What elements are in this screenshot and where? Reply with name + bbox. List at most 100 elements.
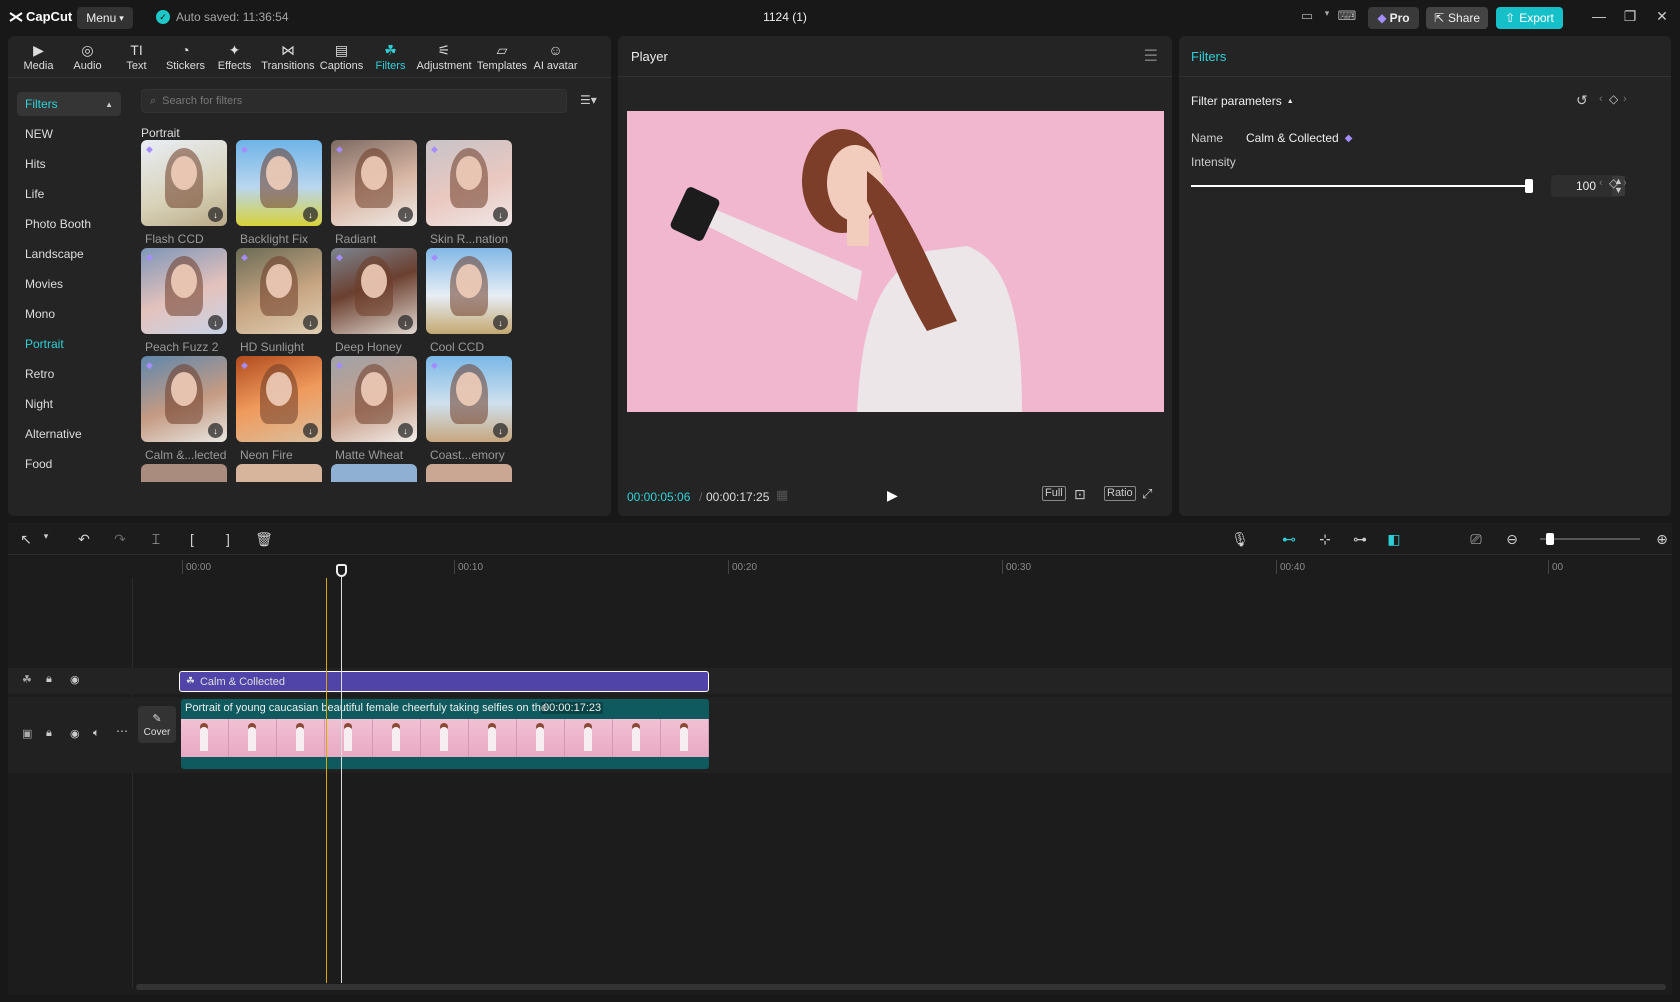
split-left-icon[interactable]: [ — [182, 531, 202, 547]
download-icon[interactable]: ↓ — [208, 423, 223, 438]
category-portrait[interactable]: Portrait — [25, 337, 64, 351]
tab-audio[interactable]: ◎ Audio — [63, 36, 112, 78]
preview-axis-icon[interactable]: ◧ — [1384, 531, 1404, 548]
keyframe-next-icon[interactable]: › — [1623, 177, 1627, 189]
microphone-icon[interactable]: 🎙 — [1230, 531, 1250, 548]
cursor-dropdown-icon[interactable]: ▾ — [36, 531, 56, 542]
close-icon[interactable]: ✕ — [1652, 8, 1672, 26]
tab-effects[interactable]: ✦ Effects — [210, 36, 259, 78]
split-icon[interactable]: ⌶ — [146, 531, 166, 548]
captions-toggle-icon[interactable]: ⎚ — [1466, 531, 1486, 548]
delete-icon[interactable]: 🗑 — [254, 531, 274, 548]
filters-category-header[interactable]: Filters ▲ — [17, 92, 121, 116]
tab-text[interactable]: TI Text — [112, 36, 161, 78]
search-input[interactable]: ⌕ Search for filters — [141, 89, 567, 113]
category-night[interactable]: Night — [25, 397, 53, 411]
category-new[interactable]: NEW — [25, 127, 53, 141]
filter-thumbnail[interactable]: ◆ ↓ — [141, 140, 227, 226]
download-icon[interactable]: ↓ — [303, 423, 318, 438]
player-menu-icon[interactable]: ☰ — [1144, 46, 1158, 66]
filter-thumbnail[interactable]: ◆ ↓ — [426, 140, 512, 226]
download-icon[interactable]: ↓ — [398, 315, 413, 330]
ratio-button[interactable]: Ratio — [1104, 486, 1136, 501]
playhead[interactable] — [341, 571, 342, 983]
filter-thumbnail[interactable] — [236, 464, 322, 482]
more-icon[interactable]: ⋯ — [116, 724, 128, 738]
snap-icon[interactable]: ⊹ — [1315, 531, 1335, 548]
category-photo-booth[interactable]: Photo Booth — [25, 217, 91, 231]
tab-stickers[interactable]: ◔ Stickers — [161, 36, 210, 78]
download-icon[interactable]: ↓ — [208, 315, 223, 330]
zoom-in-icon[interactable]: ⊕ — [1652, 531, 1672, 548]
keyframe-icon[interactable]: ◇ — [1609, 176, 1618, 190]
filter-thumbnail[interactable]: ◆ ↓ — [236, 248, 322, 334]
cover-button[interactable]: ✎ Cover — [138, 706, 176, 743]
play-icon[interactable]: ▶ — [887, 487, 898, 504]
tab-captions[interactable]: ▤ Captions — [317, 36, 366, 78]
lock-icon[interactable]: 🔒︎ — [46, 727, 52, 740]
restore-icon[interactable]: ❐ — [1620, 8, 1640, 26]
video-clip[interactable]: Portrait of young caucasian beautiful fe… — [181, 699, 709, 769]
download-icon[interactable]: ↓ — [303, 315, 318, 330]
keyframe-prev-icon[interactable]: ‹ — [1599, 93, 1603, 105]
split-right-icon[interactable]: ] — [218, 531, 238, 547]
category-alternative[interactable]: Alternative — [25, 427, 82, 441]
undo-icon[interactable]: ↶ — [74, 531, 94, 548]
tab-templates[interactable]: ▱ Templates — [473, 36, 531, 78]
download-icon[interactable]: ↓ — [493, 315, 508, 330]
download-icon[interactable]: ↓ — [398, 207, 413, 222]
category-movies[interactable]: Movies — [25, 277, 63, 291]
properties-tab-filters[interactable]: Filters — [1191, 49, 1226, 64]
magnet-link-icon[interactable]: ⊷ — [1279, 531, 1299, 548]
category-mono[interactable]: Mono — [25, 307, 55, 321]
filter-thumbnail[interactable]: ◆ ↓ — [426, 248, 512, 334]
video-preview[interactable] — [627, 111, 1164, 412]
full-quality-button[interactable]: Full — [1042, 486, 1066, 501]
category-retro[interactable]: Retro — [25, 367, 54, 381]
sort-filter-button[interactable]: ☰▾ — [580, 93, 597, 107]
shortcuts-icon[interactable]: ⌨ — [1336, 8, 1358, 26]
category-hits[interactable]: Hits — [25, 157, 46, 171]
zoom-slider-handle[interactable] — [1546, 533, 1554, 545]
download-icon[interactable]: ↓ — [493, 207, 508, 222]
filter-parameters-header[interactable]: Filter parameters ▲ — [1191, 94, 1294, 108]
tab-ai-avatar[interactable]: ☺ AI avatar — [531, 36, 580, 78]
keyframe-prev-icon[interactable]: ‹ — [1599, 177, 1603, 189]
download-icon[interactable]: ↓ — [208, 207, 223, 222]
filter-clip[interactable]: ☘ Calm & Collected — [179, 671, 709, 692]
reset-icon[interactable]: ↺ — [1576, 92, 1588, 109]
eye-icon[interactable]: ◉ — [70, 727, 80, 740]
download-icon[interactable]: ↓ — [303, 207, 318, 222]
keyframe-icon[interactable]: ◇ — [1609, 92, 1618, 106]
timeline-scrollbar[interactable] — [136, 984, 1666, 990]
filter-thumbnail[interactable]: ◆ ↓ — [141, 356, 227, 442]
tab-adjustment[interactable]: ⚟ Adjustment — [415, 36, 473, 78]
grid-view-icon[interactable]: ▦ — [776, 487, 788, 503]
layout-icon[interactable]: ▭ — [1296, 8, 1318, 26]
timeline-ruler[interactable]: 00:00 00:10 00:20 00:30 00:40 00 — [182, 556, 1672, 578]
category-food[interactable]: Food — [25, 457, 52, 471]
tab-media[interactable]: ▶ Media — [14, 36, 63, 78]
filter-thumbnail[interactable] — [141, 464, 227, 482]
export-button[interactable]: ⇧ Export — [1496, 7, 1563, 29]
filter-thumbnail[interactable]: ◆ ↓ — [331, 248, 417, 334]
category-landscape[interactable]: Landscape — [25, 247, 84, 261]
speaker-icon[interactable]: 🔈︎ — [93, 727, 100, 740]
intensity-slider[interactable] — [1191, 185, 1533, 187]
intensity-slider-handle[interactable] — [1525, 179, 1533, 193]
lock-icon[interactable]: 🔒︎ — [46, 673, 52, 686]
select-cursor-icon[interactable]: ↖ — [16, 531, 36, 548]
filter-thumbnail[interactable]: ◆ ↓ — [331, 356, 417, 442]
zoom-fit-icon[interactable]: ⊡ — [1074, 486, 1086, 503]
minimize-icon[interactable]: — — [1589, 8, 1609, 26]
filter-thumbnail[interactable]: ◆ ↓ — [331, 140, 417, 226]
filter-thumbnail[interactable]: ◆ ↓ — [236, 356, 322, 442]
filter-thumbnail[interactable] — [331, 464, 417, 482]
zoom-out-icon[interactable]: ⊖ — [1502, 531, 1522, 548]
tab-filters[interactable]: ☘ Filters — [366, 36, 415, 78]
filter-thumbnail[interactable]: ◆ ↓ — [236, 140, 322, 226]
redo-icon[interactable]: ↷ — [110, 531, 130, 548]
fullscreen-icon[interactable]: ⤢ — [1142, 486, 1152, 502]
link-icon[interactable]: ⊶ — [1350, 531, 1370, 548]
keyframe-next-icon[interactable]: › — [1623, 93, 1627, 105]
